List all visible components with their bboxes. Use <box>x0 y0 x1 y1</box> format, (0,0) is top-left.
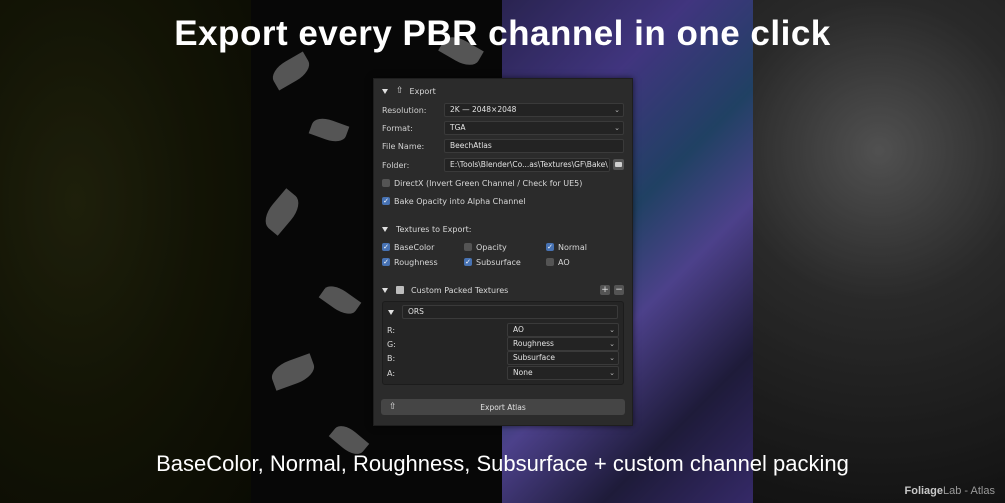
normal-checkbox[interactable]: ✓ <box>546 243 554 251</box>
resolution-dropdown[interactable]: 2K — 2048×2048 ⌄ <box>444 103 624 117</box>
texture-ao[interactable]: AO <box>546 258 570 267</box>
normal-label: Normal <box>558 242 587 252</box>
texture-basecolor[interactable]: ✓ BaseColor <box>382 243 434 252</box>
file-name-row: File Name: BeechAtlas <box>382 139 624 153</box>
channel-b-dropdown[interactable]: Subsurface ⌄ <box>507 351 619 365</box>
ao-checkbox[interactable] <box>546 258 554 266</box>
directx-label: DirectX (Invert Green Channel / Check fo… <box>394 178 583 188</box>
folder-value: E:\Tools\Blender\Co...as\Textures\GF\Bak… <box>450 160 608 169</box>
packed-name-input[interactable]: ORS <box>402 305 618 319</box>
folder-row: Folder: E:\Tools\Blender\Co...as\Texture… <box>382 158 624 172</box>
texture-roughness[interactable]: ✓ Roughness <box>382 258 438 267</box>
bake-opacity-checkbox[interactable]: ✓ <box>382 197 390 205</box>
feature-caption: BaseColor, Normal, Roughness, Subsurface… <box>156 451 849 476</box>
channel-a-row: A: None ⌄ <box>387 366 619 380</box>
resolution-row: Resolution: 2K — 2048×2048 ⌄ <box>382 103 624 117</box>
texture-opacity[interactable]: Opacity <box>464 243 507 252</box>
chevron-down-icon: ⌄ <box>614 124 620 132</box>
subsurface-label: Subsurface <box>476 257 521 267</box>
channel-b-label: B: <box>387 353 396 363</box>
collapse-triangle-icon[interactable] <box>382 226 388 232</box>
packed-name-value: ORS <box>408 307 424 316</box>
channel-a-dropdown[interactable]: None ⌄ <box>507 366 619 380</box>
directx-row[interactable]: DirectX (Invert Green Channel / Check fo… <box>382 176 624 190</box>
headline: Export every PBR channel in one click <box>174 14 831 53</box>
export-header[interactable]: ⇧ Export <box>382 84 624 98</box>
remove-icon[interactable]: − <box>614 285 624 295</box>
channel-a-label: A: <box>387 368 396 378</box>
chevron-down-icon: ⌄ <box>609 326 615 334</box>
watermark: FoliageLab - Atlas <box>904 485 996 497</box>
channel-a-value: None <box>513 368 533 377</box>
basecolor-preview <box>0 0 251 503</box>
basecolor-checkbox[interactable]: ✓ <box>382 243 390 251</box>
custom-section-header[interactable]: Custom Packed Textures + − <box>382 283 624 297</box>
directx-checkbox[interactable] <box>382 179 390 187</box>
chevron-down-icon: ⌄ <box>609 369 615 377</box>
subsurface-checkbox[interactable]: ✓ <box>464 258 472 266</box>
format-value: TGA <box>450 123 466 132</box>
ao-label: AO <box>558 257 570 267</box>
texture-subsurface[interactable]: ✓ Subsurface <box>464 258 521 267</box>
format-row: Format: TGA ⌄ <box>382 121 624 135</box>
channel-r-dropdown[interactable]: AO ⌄ <box>507 323 619 337</box>
channel-b-value: Subsurface <box>513 353 555 362</box>
textures-section-header[interactable]: Textures to Export: <box>382 222 624 236</box>
channel-r-value: AO <box>513 325 524 334</box>
collapse-triangle-icon[interactable] <box>382 287 388 293</box>
textures-section-label: Textures to Export: <box>396 224 472 234</box>
channel-g-row: G: Roughness ⌄ <box>387 337 619 351</box>
basecolor-label: BaseColor <box>394 242 435 252</box>
opacity-label: Opacity <box>476 242 507 252</box>
textures-row-2: ✓ Roughness ✓ Subsurface AO <box>382 255 624 269</box>
folder-label: Folder: <box>382 160 410 170</box>
roughness-label: Roughness <box>394 257 438 267</box>
roughness-checkbox[interactable]: ✓ <box>382 258 390 266</box>
file-name-label: File Name: <box>382 141 425 151</box>
resolution-value: 2K — 2048×2048 <box>450 105 517 114</box>
roughness-preview <box>753 0 1005 503</box>
packed-name-row: ORS <box>388 305 618 319</box>
collapse-triangle-icon[interactable] <box>382 88 388 94</box>
format-dropdown[interactable]: TGA ⌄ <box>444 121 624 135</box>
format-label: Format: <box>382 123 413 133</box>
export-icon: ⇧ <box>396 86 404 96</box>
channel-b-row: B: Subsurface ⌄ <box>387 351 619 365</box>
channel-r-row: R: AO ⌄ <box>387 323 619 337</box>
folder-input[interactable]: E:\Tools\Blender\Co...as\Textures\GF\Bak… <box>444 158 610 172</box>
file-name-input[interactable]: BeechAtlas <box>444 139 624 153</box>
bake-opacity-label: Bake Opacity into Alpha Channel <box>394 196 526 206</box>
bake-opacity-row[interactable]: ✓ Bake Opacity into Alpha Channel <box>382 194 624 208</box>
export-atlas-label: Export Atlas <box>480 402 526 412</box>
export-panel: ⇧ Export Resolution: 2K — 2048×2048 ⌄ Fo… <box>373 78 633 426</box>
custom-section-label: Custom Packed Textures <box>411 285 509 295</box>
channel-g-dropdown[interactable]: Roughness ⌄ <box>507 337 619 351</box>
channel-g-value: Roughness <box>513 339 554 348</box>
export-icon: ⇧ <box>389 402 397 412</box>
add-icon[interactable]: + <box>600 285 610 295</box>
folder-browse-icon[interactable] <box>613 159 624 170</box>
resolution-label: Resolution: <box>382 105 427 115</box>
texture-normal[interactable]: ✓ Normal <box>546 243 587 252</box>
chevron-down-icon: ⌄ <box>609 354 615 362</box>
collapse-triangle-icon[interactable] <box>388 309 394 315</box>
channel-r-label: R: <box>387 325 396 335</box>
chevron-down-icon: ⌄ <box>614 106 620 114</box>
file-name-value: BeechAtlas <box>450 141 492 150</box>
opacity-checkbox[interactable] <box>464 243 472 251</box>
packed-texture-box: ORS R: AO ⌄ G: Roughness ⌄ B: Subsurface… <box>382 301 624 385</box>
channel-g-label: G: <box>387 339 396 349</box>
packed-texture-icon <box>396 286 404 294</box>
export-header-label: Export <box>409 86 436 96</box>
export-atlas-button[interactable]: ⇧ Export Atlas <box>381 399 625 415</box>
chevron-down-icon: ⌄ <box>609 340 615 348</box>
textures-row-1: ✓ BaseColor Opacity ✓ Normal <box>382 240 624 254</box>
